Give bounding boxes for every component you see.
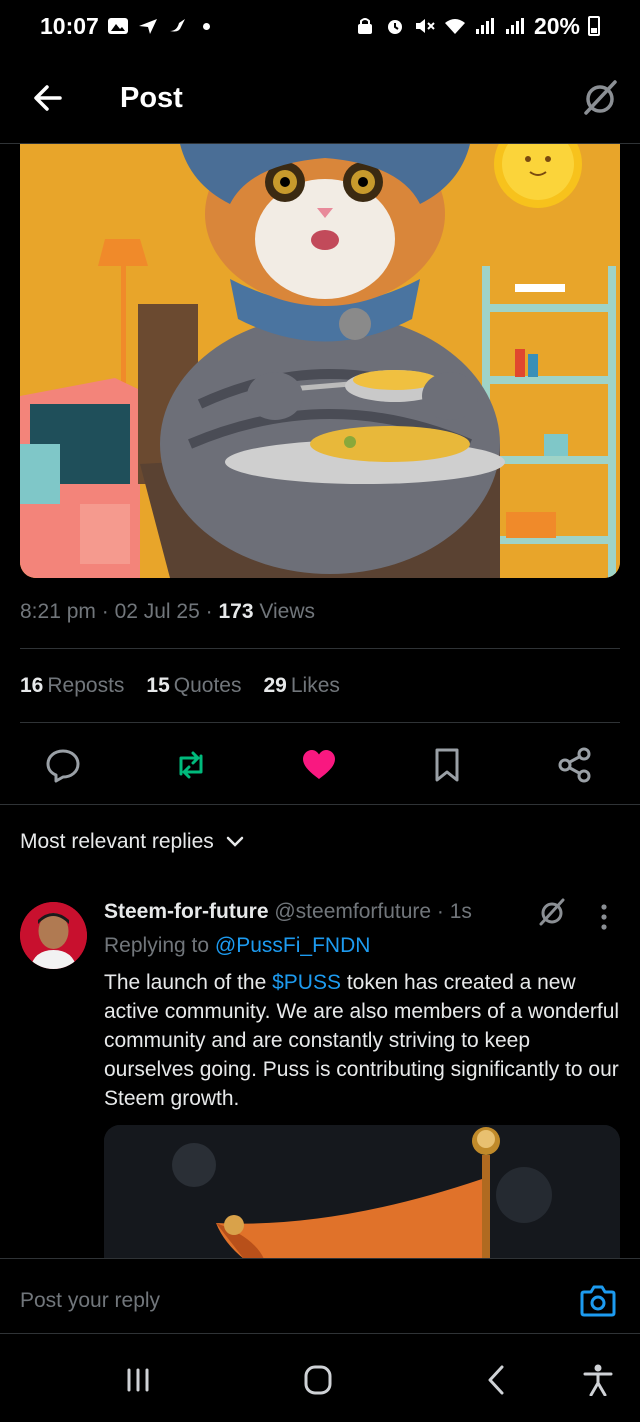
bookmark-icon[interactable] [428,746,466,784]
divider [0,804,640,805]
more-options-icon[interactable] [594,902,614,932]
quotes-label: Quotes [173,674,242,697]
likes-stat[interactable]: 29 Likes [263,674,339,698]
accessibility-icon[interactable] [580,1364,616,1396]
post-meta: 8:21 pm · 02 Jul 25 · 173 Views [20,600,315,623]
lock-icon [357,18,372,34]
reply-composer[interactable]: Post your reply [0,1258,640,1334]
reply-author-handle[interactable]: @steemforfuture [274,900,431,923]
back-arrow-icon[interactable] [28,78,68,118]
reply-input[interactable]: Post your reply [20,1289,160,1313]
replying-to: Replying to @PussFi_FNDN [104,934,370,958]
top-bar: Post [0,52,640,144]
gallery-icon [107,18,128,34]
chevron-down-icon [226,836,243,847]
share-icon[interactable] [556,746,594,784]
replies-sort-dropdown[interactable]: Most relevant replies [20,830,244,854]
mute-icon [415,19,435,33]
likes-label: Likes [290,674,340,697]
send-icon [138,19,157,34]
post-stats: 16 Reposts 15 Quotes 29 Likes [20,674,340,698]
reply-author-name[interactable]: Steem-for-future [104,900,269,923]
flag-illustration [104,1125,620,1259]
reply-icon[interactable] [44,746,82,784]
reposts-label: Reposts [47,674,125,697]
twitter-bird-icon [169,19,185,32]
reply-media-image[interactable] [104,1125,620,1259]
action-bar [0,740,640,790]
alarm-icon [387,20,402,34]
reply-time: 1s [449,900,472,923]
likes-count: 29 [263,674,287,697]
reply-text: The launch of the $PUSS token has create… [104,968,624,1113]
back-icon[interactable] [480,1364,516,1396]
post-views-count: 173 [218,600,254,623]
reply-header: Steem-for-future @steemforfuture · 1s [104,900,472,923]
recent-apps-icon[interactable] [120,1364,156,1396]
replying-prefix: Replying to [104,934,210,957]
replies-sort-label: Most relevant replies [20,830,214,853]
divider [20,722,620,723]
notification-dot-icon [202,22,210,30]
reply-text-part: The launch of the [104,971,273,994]
post-image[interactable] [20,144,620,578]
camera-icon[interactable] [580,1283,616,1317]
grok-icon[interactable] [536,896,568,928]
system-nav-bar [0,1334,640,1422]
like-heart-icon[interactable] [300,746,338,784]
grok-icon[interactable] [578,76,622,120]
signal-icon [505,18,524,34]
avatar[interactable] [20,902,87,969]
post-time: 8:21 pm [20,600,96,623]
cat-eating-illustration [20,144,620,578]
status-time: 10:07 [40,12,99,39]
wifi-icon [444,19,465,34]
cashtag-link[interactable]: $PUSS [272,971,341,994]
post-date: 02 Jul 25 [114,600,200,623]
quotes-stat[interactable]: 15 Quotes [146,674,241,698]
divider [20,648,620,649]
page-title: Post [120,82,183,114]
post-views-label[interactable]: Views [259,600,315,623]
quotes-count: 15 [146,674,170,697]
avatar-image [20,902,87,969]
signal-icon [475,18,494,34]
home-icon[interactable] [300,1364,336,1396]
battery-percent: 20% [533,12,580,39]
replying-to-link[interactable]: @PussFi_FNDN [215,934,371,957]
status-bar: 10:07 20% [0,0,640,52]
reposts-stat[interactable]: 16 Reposts [20,674,124,698]
reposts-count: 16 [20,674,44,697]
battery-icon [588,16,600,36]
repost-icon[interactable] [172,746,210,784]
